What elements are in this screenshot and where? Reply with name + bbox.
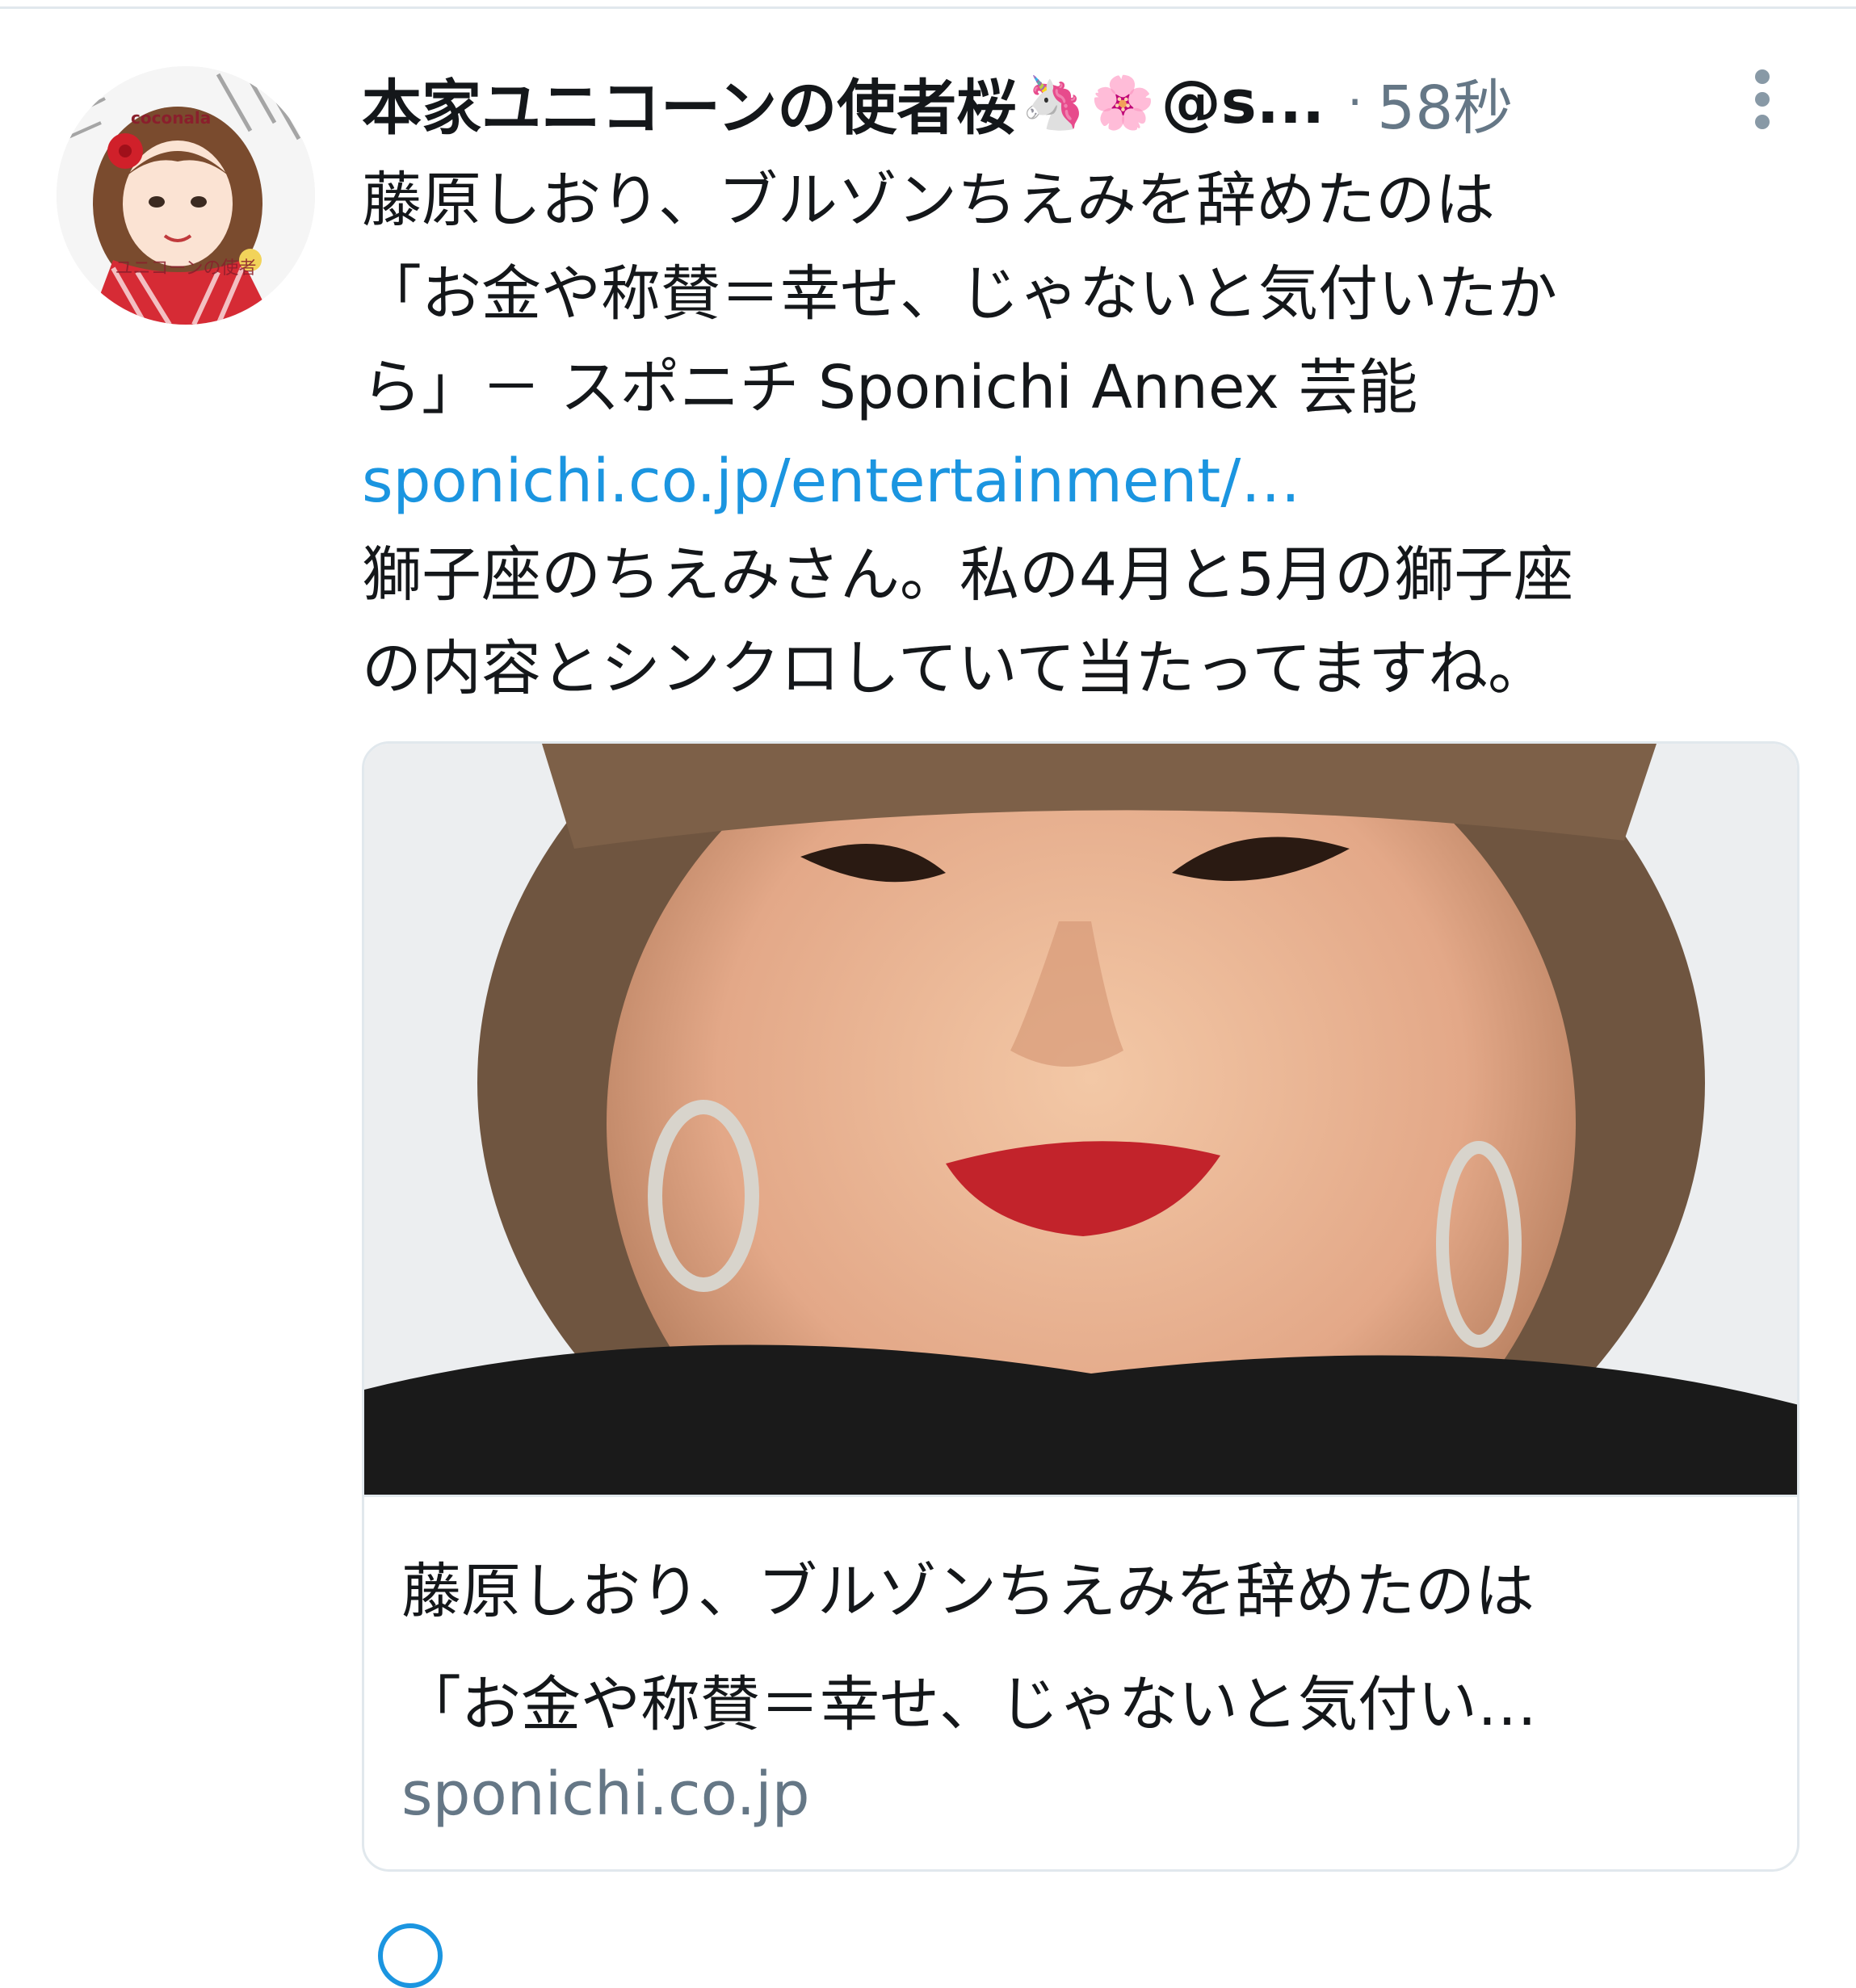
tweet-text: 藤原しおり、ブルゾンちえみを辞めたのは 「お金や称賛＝幸せ、じゃないと気付いたか…: [362, 153, 1783, 715]
tweet-text-line: 藤原しおり、ブルゾンちえみを辞めたのは: [362, 166, 1496, 235]
card-title-line: 藤原しおり、ブルゾンちえみを辞めたのは: [401, 1557, 1535, 1626]
avatar-brand-text: coconala: [131, 108, 212, 128]
card-image: [364, 744, 1797, 1495]
cherry-blossom-emoji-icon: 🌸: [1090, 73, 1155, 133]
tweet-link[interactable]: sponichi.co.jp/entertainment/…: [362, 434, 1783, 528]
avatar[interactable]: coconala ユニコーンの使者: [57, 66, 315, 325]
card-divider: [364, 1495, 1797, 1497]
header-separator: ·: [1347, 74, 1363, 131]
display-name[interactable]: 本家ユニコーンの使者桜: [362, 60, 1016, 146]
unicorn-emoji-icon: 🦄: [1021, 73, 1085, 133]
tweet-text-line: ら」－ スポニチ Sponichi Annex 芸能: [362, 353, 1418, 422]
tweet-header: 本家ユニコーンの使者桜 🦄 🌸 @s... · 58秒: [362, 58, 1513, 147]
card-title: 藤原しおり、ブルゾンちえみを辞めたのは 「お金や称賛＝幸せ、じゃないと気付い…: [401, 1535, 1774, 1761]
card-title-line: 「お金や称賛＝幸せ、じゃないと気付い…: [401, 1670, 1537, 1739]
card-domain: sponichi.co.jp: [401, 1759, 810, 1829]
more-vertical-icon[interactable]: [1751, 69, 1774, 134]
link-preview-card[interactable]: 藤原しおり、ブルゾンちえみを辞めたのは 「お金や称賛＝幸せ、じゃないと気付い… …: [362, 741, 1799, 1872]
avatar-illustration: [57, 66, 315, 325]
timestamp[interactable]: 58秒: [1377, 60, 1513, 146]
reply-icon[interactable]: [378, 1923, 443, 1988]
avatar-watermark: ユニコーンの使者: [115, 258, 257, 279]
tweet-comment-line: の内容とシンクロしていて当たってますね。: [362, 634, 1548, 703]
tweet-comment-line: 獅子座のちえみさん。私の4月と5月の獅子座: [362, 540, 1574, 610]
top-divider: [0, 6, 1856, 9]
tweet-text-line: 「お金や称賛＝幸せ、じゃないと気付いたか: [362, 259, 1557, 329]
user-handle[interactable]: @s...: [1161, 68, 1325, 137]
